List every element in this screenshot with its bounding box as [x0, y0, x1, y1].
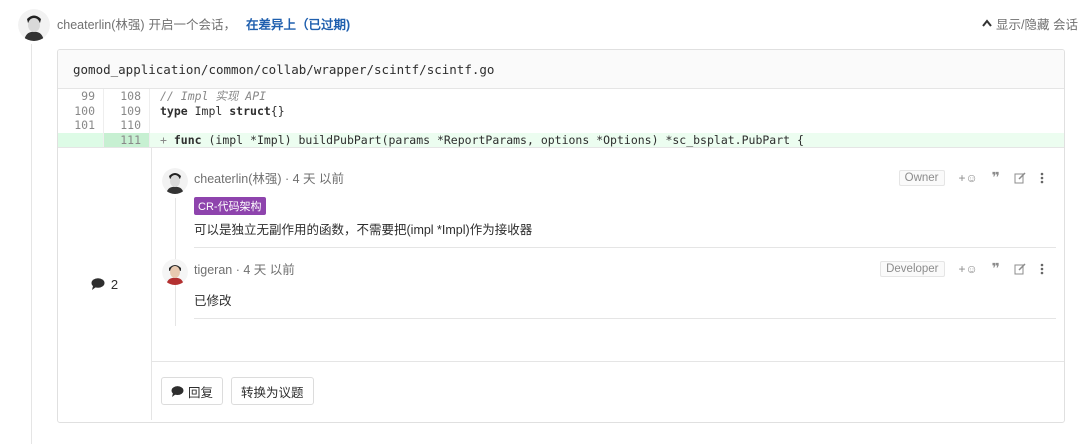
discussion-count[interactable]: 2 [58, 148, 152, 420]
convert-to-issue-button[interactable]: 转换为议题 [231, 377, 314, 405]
discussion-thread: 2 cheaterlin(林强) · 4 天 以前 Owner +☺ ❞ CR-… [58, 147, 1064, 420]
note-author[interactable]: cheaterlin(林强) · 4 天 以前 [194, 168, 344, 187]
toggle-discussion-button[interactable]: 显示/隐藏 会话 [982, 14, 1078, 33]
file-path[interactable]: gomod_application/common/collab/wrapper/… [58, 50, 1064, 89]
quote-icon[interactable]: ❞ [992, 260, 1000, 277]
code-line: + func (impl *Impl) buildPubPart(params … [160, 132, 804, 147]
avatar[interactable] [18, 9, 50, 41]
divider [194, 318, 1056, 319]
edit-icon[interactable] [1014, 262, 1026, 275]
diff-discussion-card: gomod_application/common/collab/wrapper/… [57, 49, 1065, 423]
new-line-number[interactable]: 109 [104, 103, 150, 118]
old-line-number[interactable]: 99 [58, 89, 104, 104]
avatar[interactable] [162, 259, 188, 285]
diff-row: 101 110 [58, 118, 1064, 133]
quote-icon[interactable]: ❞ [992, 169, 1000, 186]
old-line-number[interactable] [58, 132, 104, 147]
diff-row-added: 111 + func (impl *Impl) buildPubPart(par… [58, 132, 1064, 147]
note-actions: Owner +☺ ❞ [898, 169, 1044, 186]
diff-row: 99 108 // Impl 实现 API [58, 89, 1064, 104]
note: cheaterlin(林强) · 4 天 以前 Owner +☺ ❞ CR-代码… [152, 168, 1064, 238]
note-author[interactable]: tigeran · 4 天 以前 [194, 259, 295, 278]
toggle-label: 显示/隐藏 会话 [996, 17, 1078, 32]
role-badge: Owner [898, 169, 945, 186]
comment-count: 2 [110, 276, 119, 292]
new-line-number[interactable]: 111 [104, 132, 150, 147]
comment-icon [171, 385, 184, 397]
note-body: 可以是独立无副作用的函数，不需要把(impl *Impl)作为接收器 [194, 223, 533, 237]
action-text: 开启一个会话， [148, 17, 237, 32]
reply-button[interactable]: 回复 [161, 377, 224, 405]
discussion-header: cheaterlin(林强) 开启一个会话， 在差异上（已过期) 显示/隐藏 会… [57, 0, 1080, 46]
note-actions: Developer +☺ ❞ [880, 260, 1044, 277]
category-label[interactable]: CR-代码架构 [194, 197, 266, 215]
diff-row: 100 109 type Impl struct{} [58, 103, 1064, 118]
code-line: // Impl 实现 API [160, 89, 267, 103]
add-reaction-icon[interactable]: +☺ [959, 171, 978, 185]
more-options-icon[interactable] [1040, 263, 1044, 275]
new-line-number[interactable]: 108 [104, 89, 150, 104]
divider [194, 247, 1056, 248]
old-line-number[interactable]: 101 [58, 118, 104, 133]
old-line-number[interactable]: 100 [58, 103, 104, 118]
more-options-icon[interactable] [1040, 172, 1044, 184]
convert-label: 转换为议题 [241, 385, 304, 400]
add-reaction-icon[interactable]: +☺ [959, 262, 978, 276]
note-body: 已修改 [194, 294, 232, 308]
new-line-number[interactable]: 110 [104, 118, 150, 133]
timeline-line [31, 44, 32, 444]
reply-bar: 回复 转换为议题 [152, 361, 1064, 420]
chevron-up-icon [982, 19, 992, 27]
avatar[interactable] [162, 168, 188, 194]
note: tigeran · 4 天 以前 Developer +☺ ❞ 已修改 [152, 259, 1064, 309]
code-line: type Impl struct{} [160, 103, 285, 118]
author-link[interactable]: cheaterlin(林强) [57, 14, 145, 33]
role-badge: Developer [880, 260, 945, 277]
reply-label: 回复 [188, 385, 214, 400]
diff-lines: 99 108 // Impl 实现 API 100 109 type Impl … [58, 89, 1064, 147]
notes-list: cheaterlin(林强) · 4 天 以前 Owner +☺ ❞ CR-代码… [152, 148, 1064, 420]
comment-icon [91, 278, 105, 290]
edit-icon[interactable] [1014, 171, 1026, 184]
diff-link[interactable]: 在差异上（已过期) [246, 14, 350, 33]
